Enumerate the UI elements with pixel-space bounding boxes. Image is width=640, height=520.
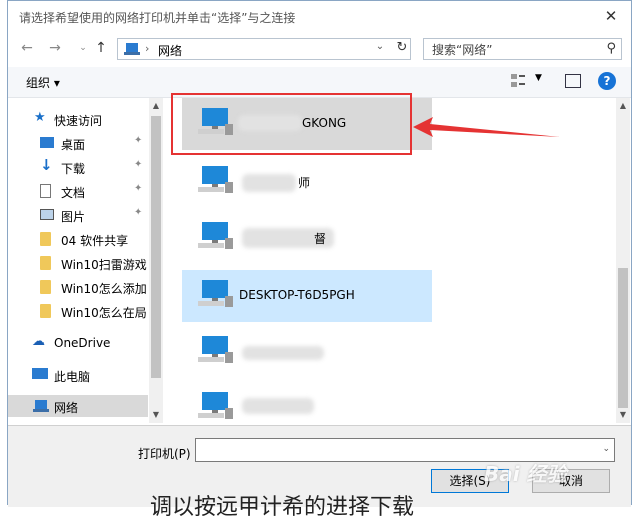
- page-caption: 调以按远甲计希的进择下载: [150, 495, 415, 520]
- sidebar-item-onedrive[interactable]: ☁ OneDrive: [8, 332, 148, 354]
- pin-icon: ✦: [134, 135, 143, 146]
- breadcrumb-separator: ›: [145, 42, 150, 55]
- scroll-up-icon[interactable]: ▲: [616, 101, 630, 110]
- computer-icon: [32, 368, 48, 379]
- pin-icon: ✦: [134, 183, 143, 194]
- computer-icon: [198, 392, 233, 419]
- folder-icon: [40, 232, 51, 246]
- star-icon: ★: [34, 110, 46, 125]
- back-arrow-icon[interactable]: ←: [18, 38, 36, 58]
- sidebar-item-folder-share[interactable]: 04 软件共享: [8, 228, 148, 250]
- sidebar-item-folder-minesweeper[interactable]: Win10扫雷游戏: [8, 252, 148, 274]
- printer-label: 打印机(P): [138, 447, 191, 461]
- help-icon[interactable]: ?: [598, 72, 616, 90]
- list-item-computer[interactable]: [182, 326, 432, 378]
- list-item-computer[interactable]: [182, 382, 432, 423]
- search-box[interactable]: ⚲: [423, 38, 622, 60]
- preview-pane-icon[interactable]: [565, 74, 581, 88]
- computer-icon: [198, 222, 233, 249]
- address-bar[interactable]: › 网络 ⌄ ↻: [117, 38, 411, 60]
- list-item-computer[interactable]: 督: [182, 212, 432, 264]
- list-scrollbar[interactable]: ▲ ▼: [616, 98, 630, 423]
- close-icon[interactable]: ✕: [601, 6, 621, 26]
- list-item-computer[interactable]: 师: [182, 156, 432, 208]
- document-icon: [40, 184, 51, 198]
- pin-icon: ✦: [134, 207, 143, 218]
- sidebar-item-folder-add[interactable]: Win10怎么添加: [8, 276, 148, 298]
- sidebar-item-downloads[interactable]: ↓ 下载 ✦: [8, 156, 148, 178]
- download-icon: ↓: [40, 156, 53, 174]
- scrollbar-thumb[interactable]: [151, 116, 161, 378]
- view-dropdown-icon[interactable]: ▼: [535, 73, 542, 83]
- sidebar-item-this-pc[interactable]: 此电脑: [8, 364, 148, 386]
- computer-icon: [198, 280, 233, 307]
- scrollbar-thumb[interactable]: [618, 268, 628, 408]
- navigation-pane: ★ 快速访问 桌面 ✦ ↓ 下载 ✦ 文档 ✦ 图片 ✦ 04 软件共享 Win…: [8, 98, 148, 423]
- sidebar-item-documents[interactable]: 文档 ✦: [8, 180, 148, 202]
- list-item-computer[interactable]: DESKTOP-T6D5PGH: [182, 270, 432, 322]
- select-printer-dialog: 请选择希望使用的网络打印机并单击“选择”与之连接 ✕ ← → ⌄ ↑ › 网络 …: [7, 0, 632, 507]
- pin-icon: ✦: [134, 159, 143, 170]
- refresh-icon[interactable]: ↻: [394, 40, 410, 55]
- computer-icon: [198, 166, 233, 193]
- search-icon[interactable]: ⚲: [606, 41, 616, 56]
- scroll-up-icon[interactable]: ▲: [149, 101, 163, 110]
- forward-arrow-icon[interactable]: →: [46, 38, 64, 58]
- dialog-title: 请选择希望使用的网络打印机并单击“选择”与之连接: [19, 11, 296, 25]
- folder-icon: [40, 256, 51, 270]
- up-arrow-icon[interactable]: ↑: [92, 38, 110, 58]
- desktop-icon: [40, 137, 54, 148]
- highlight-box-annotation: [171, 93, 412, 155]
- breadcrumb-network[interactable]: 网络: [158, 42, 182, 59]
- watermark-text: Bai 经验: [484, 462, 567, 486]
- sidebar-item-folder-lan[interactable]: Win10怎么在局: [8, 300, 148, 322]
- sidebar-item-pictures[interactable]: 图片 ✦: [8, 204, 148, 226]
- scroll-down-icon[interactable]: ▼: [616, 410, 630, 419]
- cloud-icon: ☁: [32, 334, 45, 349]
- sidebar-item-desktop[interactable]: 桌面 ✦: [8, 132, 148, 154]
- folder-icon: [40, 304, 51, 318]
- redacted-name: [242, 174, 296, 192]
- chevron-down-icon[interactable]: ⌄: [602, 444, 610, 454]
- red-arrow-annotation: [413, 117, 560, 137]
- navigation-scrollbar[interactable]: ▲ ▼: [149, 98, 163, 423]
- sidebar-item-network[interactable]: 网络: [8, 395, 148, 417]
- recent-dropdown-icon[interactable]: ⌄: [74, 38, 92, 58]
- organize-menu[interactable]: 组织 ▾: [26, 74, 60, 91]
- view-options-icon[interactable]: [510, 73, 526, 89]
- computer-icon: [198, 336, 233, 363]
- title-bar: 请选择希望使用的网络打印机并单击“选择”与之连接 ✕: [8, 1, 631, 32]
- sidebar-item-quick-access[interactable]: ★ 快速访问: [8, 108, 148, 130]
- picture-icon: [40, 209, 54, 220]
- scroll-down-icon[interactable]: ▼: [149, 410, 163, 419]
- redacted-name: [242, 346, 324, 360]
- address-dropdown-icon[interactable]: ⌄: [373, 41, 387, 52]
- folder-icon: [40, 280, 51, 294]
- search-input[interactable]: [430, 40, 604, 60]
- redacted-name: [242, 398, 314, 414]
- network-icon: [33, 400, 49, 412]
- network-icon: [124, 43, 140, 55]
